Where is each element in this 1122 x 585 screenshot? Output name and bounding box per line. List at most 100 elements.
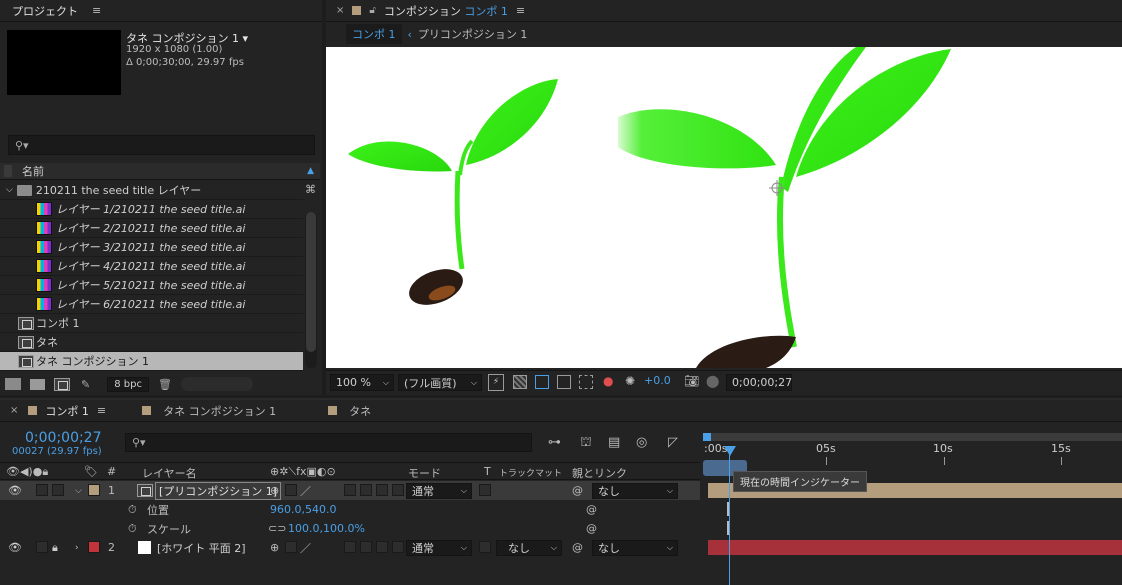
viewer-tab-label[interactable]: コンポジション コンポ 1 [384,3,508,19]
mask-path-icon[interactable] [535,375,549,389]
preserve-transparency-switch[interactable] [479,484,491,496]
zoom-select[interactable]: 100 % ⌵ [330,374,394,391]
layer-name[interactable]: [プリコンポジション 1] [155,481,282,500]
search-input[interactable]: ⚲▾ [8,135,315,155]
property-value[interactable]: 960.0,540.0 [270,503,336,516]
flowchart-icon[interactable]: ⌘ [305,183,316,196]
parent-select[interactable]: なし ⌵ [592,482,678,499]
shy-layers-icon[interactable]: ▤ [608,435,620,450]
solo-switch[interactable] [36,484,48,496]
close-icon[interactable]: × [336,5,344,16]
layer-bar-2[interactable] [708,540,1122,555]
list-item[interactable]: レイヤー 3/210211 the seed title.ai [0,238,303,257]
interpret-footage-icon[interactable] [5,378,21,390]
current-time-display[interactable]: 0;00;00;27 [25,430,102,446]
3d-switch[interactable] [392,541,404,553]
lock-icon[interactable]: 🔓︎ [369,5,375,16]
tab-tane-comp[interactable]: タネ コンポジション 1 [163,403,276,419]
sort-up-icon[interactable]: ▲ [307,166,314,176]
collapse-switch-icon[interactable]: ⊕ [270,484,279,497]
fast-preview-icon[interactable]: ⚡ [488,374,504,391]
layer-row-2[interactable]: 👁︎ 🔒︎ › 2 [ホワイト 平面 2] ⊕ ／ 通常 ⌵ なし ⌵ @ なし ⌵ [0,538,700,557]
link-icon[interactable]: ⊂⊃ [268,522,286,535]
effect-switch[interactable] [344,484,356,496]
adjustment-switch[interactable] [376,541,388,553]
tab-tane[interactable]: タネ [349,403,371,419]
lock-icon[interactable]: 🔒︎ [52,541,58,555]
property-value[interactable]: 100.0,100.0% [288,522,365,535]
expand-chevron-icon[interactable]: › [75,543,79,553]
quality-switch[interactable] [285,541,297,553]
layer-row-1[interactable]: 👁︎ ⌵ 1 [プリコンポジション 1] ⊕ ／ 通常 ⌵ @ なし ⌵ [0,481,700,500]
brush-icon[interactable]: ✎ [81,378,90,391]
list-item[interactable]: レイヤー 6/210211 the seed title.ai [0,295,303,314]
quality-switch[interactable] [285,484,297,496]
folder-row[interactable]: ⌵ 210211 the seed title レイヤー [0,181,303,200]
column-header[interactable]: 名前 ▲ [0,163,320,180]
show-snapshot-icon[interactable]: ⬤ [706,374,719,391]
snapshot-camera-icon[interactable]: 📷︎ [684,374,699,391]
bpc-button[interactable]: 8 bpc [107,376,149,392]
footer-slider[interactable] [180,377,253,391]
effect-switch[interactable] [344,541,356,553]
solo-switch[interactable] [36,541,48,553]
composition-canvas[interactable] [326,47,1122,368]
channel-icon[interactable]: ● [603,374,613,391]
resolution-select[interactable]: (フル画質) ⌵ [398,374,482,391]
hamburger-icon[interactable]: ≡ [97,404,106,417]
viewer-timecode[interactable]: 0;00;00;27 [726,374,792,391]
project-panel-title[interactable]: プロジェクト [12,3,78,19]
preserve-transparency-switch[interactable] [479,541,491,553]
new-composition-icon[interactable] [54,377,70,391]
trash-icon[interactable]: 🗑︎ [158,378,172,391]
list-item[interactable]: コンポ 1 [0,314,303,333]
quality-slash-icon[interactable]: ／ [300,483,311,499]
work-area-start[interactable] [703,433,711,441]
comp-flowchart-icon[interactable]: ⊶ [548,435,561,450]
work-area-bar[interactable] [703,433,1122,441]
adjustment-switch[interactable] [376,484,388,496]
motion-blur-switch[interactable] [360,484,372,496]
pickwhip-icon[interactable]: @ [586,503,597,516]
mode-select[interactable]: 通常 ⌵ [406,539,472,556]
graph-editor-icon[interactable]: ◸ [668,435,678,450]
hamburger-icon[interactable]: ≡ [92,4,101,17]
pickwhip-icon[interactable]: @ [572,541,583,554]
pickwhip-icon[interactable]: @ [572,484,583,497]
list-item[interactable]: レイヤー 5/210211 the seed title.ai [0,276,303,295]
color-management-icon[interactable]: ✺ [625,374,635,391]
collapse-switch-icon[interactable]: ⊕ [270,541,279,554]
hamburger-icon[interactable]: ≡ [516,4,525,17]
visibility-icon[interactable]: 👁︎ [8,484,22,497]
region-of-interest-icon[interactable] [557,375,571,389]
close-icon[interactable]: × [10,405,18,416]
pickwhip-icon[interactable]: @ [586,522,597,535]
trackmatte-select[interactable]: なし ⌵ [496,539,562,556]
exposure-value[interactable]: +0.0 [644,374,671,391]
breadcrumb-active[interactable]: コンポ 1 [346,24,402,44]
chevron-down-icon[interactable]: ⌵ [6,185,13,195]
mode-select[interactable]: 通常 ⌵ [406,482,472,499]
draft-3d-icon[interactable]: ⛫ [580,435,592,452]
motion-blur-switch[interactable] [360,541,372,553]
list-item-selected[interactable]: タネ コンポジション 1 [0,352,303,371]
current-time-indicator[interactable] [729,446,730,585]
frame-blending-icon[interactable]: ◎ [636,435,647,450]
layer-name[interactable]: [ホワイト 平面 2] [157,540,246,556]
time-ruler[interactable]: :00s 05s 10s 15s [703,430,1122,474]
transparency-grid-icon[interactable] [513,375,527,389]
list-item[interactable]: タネ [0,333,303,352]
layer-label-color[interactable] [88,541,100,553]
property-row-position[interactable]: ⏱︎ 位置 960.0,540.0 @ [0,500,700,519]
breadcrumb-next[interactable]: プリコンポジション 1 [418,26,528,42]
list-item[interactable]: レイヤー 4/210211 the seed title.ai [0,257,303,276]
lock-switch[interactable] [52,484,64,496]
quality-slash-icon[interactable]: ／ [300,540,311,556]
grid-guides-icon[interactable] [579,375,593,389]
expand-chevron-icon[interactable]: ⌵ [75,486,82,496]
list-item[interactable]: レイヤー 2/210211 the seed title.ai [0,219,303,238]
stopwatch-icon[interactable]: ⏱︎ [128,522,137,536]
3d-switch[interactable] [392,484,404,496]
column-layer-name[interactable]: レイヤー名 [142,465,197,481]
visibility-icon[interactable]: 👁︎ [8,541,22,554]
